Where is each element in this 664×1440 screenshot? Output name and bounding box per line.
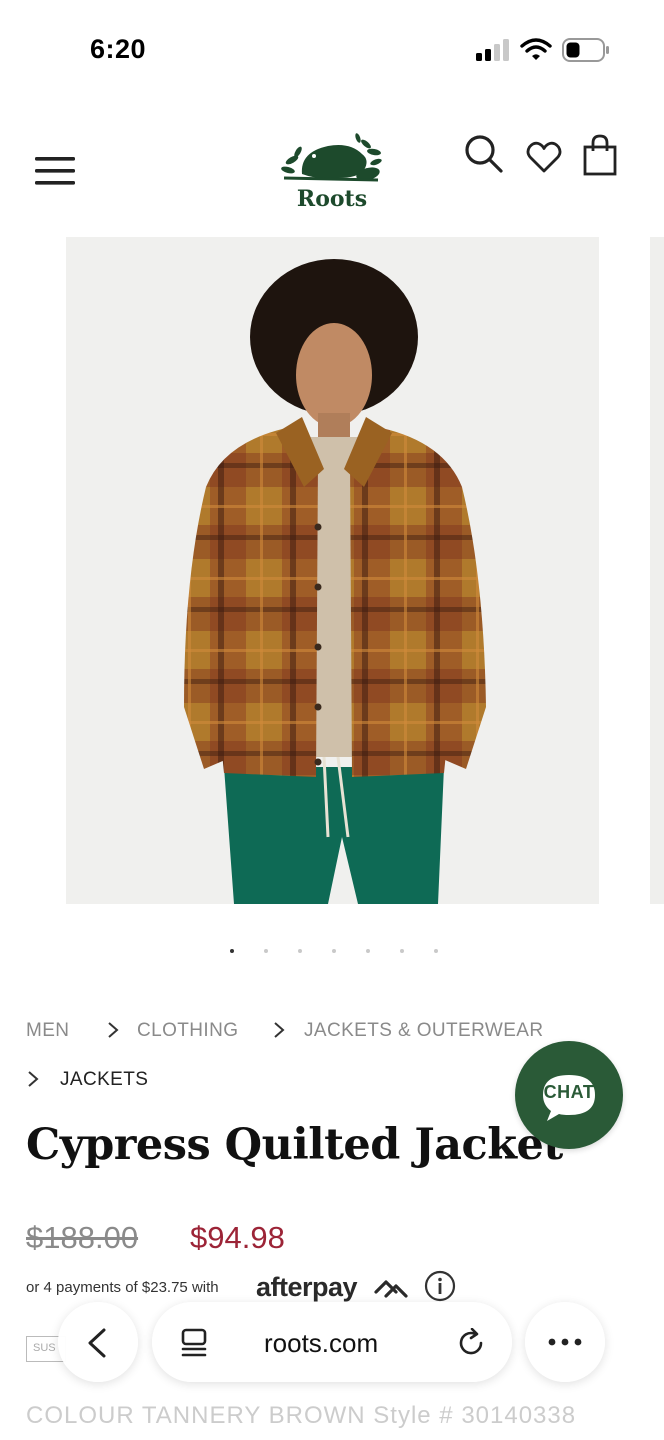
chat-button[interactable]: CHAT <box>515 1041 623 1149</box>
wifi-icon <box>520 38 552 60</box>
model-photo <box>184 259 486 904</box>
menu-icon[interactable] <box>33 154 77 188</box>
carousel-dot[interactable] <box>400 949 404 953</box>
more-options-button[interactable] <box>525 1302 605 1382</box>
colour-line: COLOUR TANNERY BROWN Style # 30140338 <box>26 1402 577 1429</box>
carousel-dot[interactable] <box>332 949 336 953</box>
heart-icon[interactable] <box>526 140 562 174</box>
chevron-right-icon <box>108 1022 119 1038</box>
search-icon[interactable] <box>464 134 504 174</box>
url-text: roots.com <box>264 1328 379 1358</box>
tabs-icon[interactable] <box>180 1328 208 1358</box>
breadcrumb-jackets[interactable]: JACKETS <box>60 1069 148 1091</box>
chat-label: CHAT <box>543 1082 595 1102</box>
breadcrumb-men[interactable]: MEN <box>26 1020 69 1042</box>
status-time: 6:20 <box>90 34 147 64</box>
product-image[interactable] <box>66 237 599 904</box>
browser-toolbar: roots.com <box>0 1296 664 1396</box>
carousel-dot[interactable] <box>298 949 302 953</box>
status-bar: 6:20 <box>0 0 664 100</box>
bag-icon[interactable] <box>582 134 618 176</box>
next-slide-peek[interactable] <box>650 237 664 904</box>
more-icon <box>548 1338 582 1346</box>
chevron-right-icon <box>274 1022 285 1038</box>
chevron-right-icon <box>28 1071 39 1087</box>
reload-icon[interactable] <box>456 1328 486 1358</box>
price-original: $188.00 <box>26 1220 139 1255</box>
carousel-dot[interactable] <box>434 949 438 953</box>
beaver-logo-icon <box>281 133 382 182</box>
breadcrumb-clothing[interactable]: CLOTHING <box>137 1020 238 1042</box>
product-gallery[interactable] <box>0 237 664 905</box>
battery-icon <box>562 38 609 62</box>
roots-logo[interactable]: Roots <box>278 130 386 216</box>
carousel-dot[interactable] <box>230 949 234 953</box>
carousel-dot[interactable] <box>264 949 268 953</box>
address-bar[interactable]: roots.com <box>152 1302 512 1382</box>
carousel-dots[interactable] <box>0 944 664 958</box>
price-sale: $94.98 <box>190 1220 285 1255</box>
site-header: Roots <box>0 120 664 230</box>
back-icon <box>88 1328 106 1358</box>
afterpay-text: or 4 payments of $23.75 with <box>26 1279 219 1296</box>
product-title: Cypress Quilted Jacket <box>26 1120 563 1170</box>
carousel-dot[interactable] <box>366 949 370 953</box>
browser-back-button[interactable] <box>58 1302 138 1382</box>
breadcrumb-jackets-outerwear[interactable]: JACKETS & OUTERWEAR <box>304 1020 544 1042</box>
logo-wordmark: Roots <box>296 186 368 212</box>
signal-icon <box>476 39 509 61</box>
